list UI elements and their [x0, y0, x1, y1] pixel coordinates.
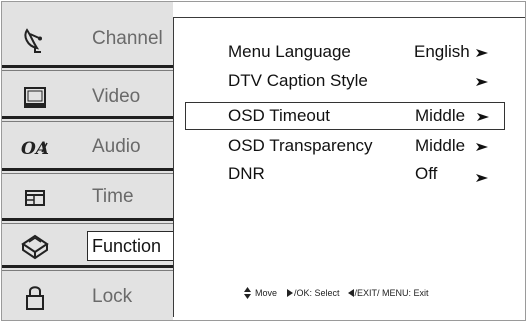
sidebar-item-lock[interactable]: Lock [2, 274, 173, 322]
audio-icon: OA [20, 134, 50, 162]
sidebar-item-label: Lock [92, 286, 133, 307]
sidebar-divider [2, 218, 173, 221]
arrow-right-icon [476, 143, 488, 151]
menu-row-value: Off [415, 164, 438, 183]
sidebar-divider [2, 70, 173, 71]
satellite-dish-icon [20, 26, 50, 54]
sidebar-item-channel[interactable]: Channel [2, 16, 173, 64]
monitor-icon [20, 84, 50, 112]
menu-row-name: DTV Caption Style [228, 71, 368, 90]
sidebar-item-label: Video [92, 86, 141, 107]
padlock-icon [20, 284, 50, 312]
sidebar-divider [2, 265, 173, 268]
key-hint-bar: Move /OK: Select /EXIT/ MENU: Exit [244, 287, 429, 299]
sidebar: Channel Video OA Audio Time Function Loc… [2, 2, 176, 322]
hint-ok-select: /OK: Select [294, 288, 340, 298]
menu-row-value: Middle [415, 136, 466, 155]
sidebar-item-video[interactable]: Video [2, 74, 173, 122]
arrow-right-icon [476, 174, 488, 182]
osd-window: Channel Video OA Audio Time Function Loc… [1, 1, 526, 321]
menu-row-name: DNR [228, 164, 265, 183]
sidebar-divider [2, 168, 173, 171]
sidebar-item-label: Channel [92, 28, 163, 49]
play-left-icon [347, 289, 354, 297]
sidebar-item-label: Audio [92, 136, 141, 157]
menu-row-dtv-caption-style[interactable]: DTV Caption Style [186, 69, 524, 95]
arrow-right-icon [476, 49, 488, 57]
sidebar-divider [2, 116, 173, 119]
arrow-right-icon [476, 78, 488, 86]
toolbox-icon [20, 232, 50, 260]
arrow-right-icon [477, 113, 489, 121]
sidebar-item-label: Time [92, 186, 134, 207]
menu-row-value: English [414, 42, 470, 61]
sidebar-item-time[interactable]: Time [2, 174, 173, 222]
hint-move: Move [255, 288, 278, 298]
menu-row-osd-timeout[interactable]: OSD Timeout Middle [185, 102, 505, 130]
sidebar-active-label-box: Function [87, 231, 176, 261]
settings-panel: Menu Language English DTV Caption Style … [173, 17, 525, 317]
menu-row-name: OSD Transparency [228, 136, 373, 155]
hint-exit: /EXIT/ MENU: Exit [354, 288, 429, 298]
up-down-arrow-icon [244, 287, 251, 299]
sidebar-item-audio[interactable]: OA Audio [2, 124, 173, 172]
sidebar-item-label: Function [92, 236, 162, 256]
menu-row-dnr[interactable]: DNR Off [186, 162, 524, 188]
svg-text:OA: OA [21, 139, 49, 159]
menu-row-name: OSD Timeout [228, 106, 331, 125]
sidebar-divider [2, 270, 173, 271]
menu-row-osd-transparency[interactable]: OSD Transparency Middle [186, 134, 524, 160]
menu-row-name: Menu Language [228, 42, 351, 61]
play-right-icon [287, 289, 294, 297]
sidebar-divider [2, 121, 173, 122]
menu-row-value: Middle [415, 106, 466, 125]
calendar-icon [20, 184, 50, 212]
menu-row-menu-language[interactable]: Menu Language English [186, 40, 524, 66]
sidebar-divider [2, 65, 173, 68]
